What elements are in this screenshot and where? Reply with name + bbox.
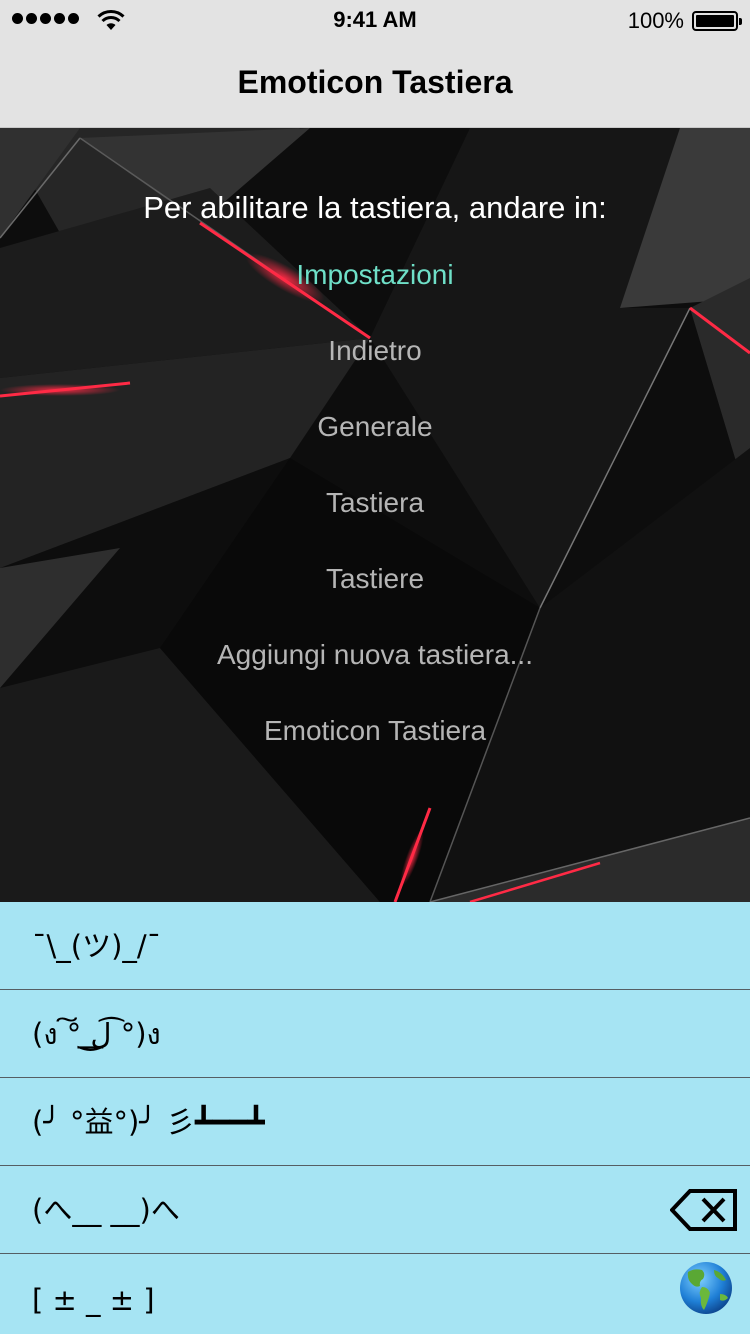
battery-icon — [692, 11, 742, 31]
emoticon-row-4: (へ__ __)へ — [0, 1166, 750, 1254]
step-aggiungi-nuova-tastiera: Aggiungi nuova tastiera... — [217, 639, 533, 670]
emoticon-key-fight[interactable]: (ง ͠° ͟ل͜ ͡°)ง — [0, 990, 750, 1078]
emoticon-row-5: [ ± _ ± ] — [0, 1254, 750, 1334]
step-emoticon-tastiera: Emoticon Tastiera — [263, 715, 487, 746]
instructions-panel: Per abilitare la tastiera, andare in: Im… — [0, 128, 750, 902]
status-bar: 9:41 AM 100% — [0, 0, 750, 40]
step-tastiere: Tastiere — [325, 563, 425, 594]
battery-percent: 100% — [627, 8, 684, 33]
backspace-icon[interactable] — [670, 1188, 738, 1232]
step-impostazioni[interactable]: Impostazioni — [0, 253, 750, 329]
settings-path-list: Impostazioni Indietro Generale Tastiera … — [0, 253, 750, 785]
step-indietro: Indietro — [328, 335, 422, 366]
step-tastiera: Tastiera — [325, 487, 425, 518]
emoticon-keyboard: ¯\_(ツ)_/¯ (ง ͠° ͟ل͜ ͡°)ง (╯ °益°)╯ 彡┻━━┻ … — [0, 902, 750, 1334]
emoticon-key-table-flip[interactable]: (╯ °益°)╯ 彡┻━━┻ — [0, 1078, 750, 1166]
emoticon-key-bracket-face[interactable]: [ ± _ ± ] — [32, 1283, 155, 1317]
instructions-intro: Per abilitare la tastiera, andare in: — [143, 190, 607, 225]
page-title: Emoticon Tastiera — [237, 64, 513, 100]
emoticon-key-shrug[interactable]: ¯\_(ツ)_/¯ — [0, 902, 750, 990]
globe-icon[interactable] — [678, 1260, 734, 1316]
navigation-bar: Emoticon Tastiera — [0, 40, 750, 128]
step-generale: Generale — [317, 411, 433, 442]
emoticon-key-bow[interactable]: (へ__ __)へ — [32, 1193, 180, 1227]
